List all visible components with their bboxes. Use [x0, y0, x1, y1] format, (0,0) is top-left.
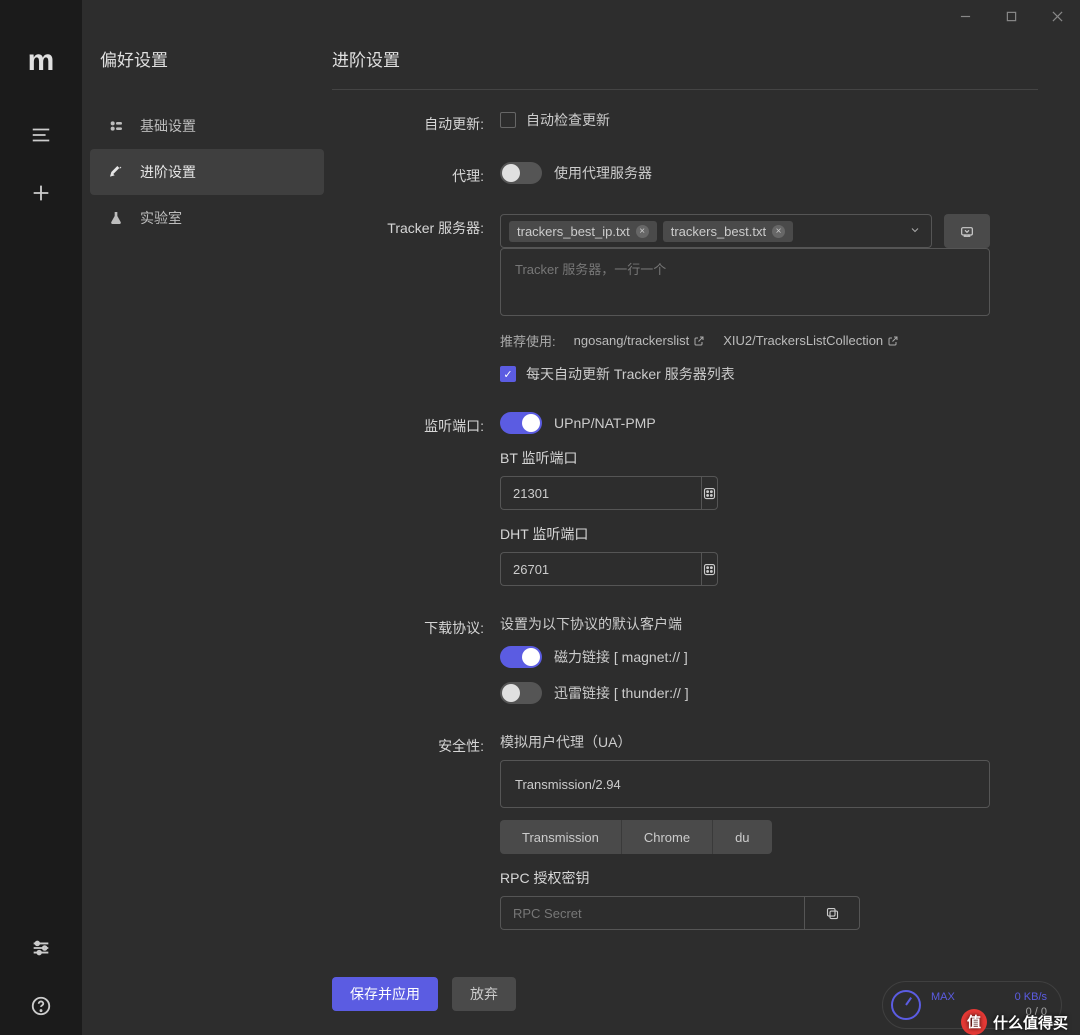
dice-icon [702, 562, 717, 577]
rail-settings-button[interactable] [0, 919, 82, 977]
tag-remove-icon[interactable]: × [636, 225, 649, 238]
rail-menu-button[interactable] [0, 106, 82, 164]
save-button[interactable]: 保存并应用 [332, 977, 438, 1011]
speed-download-value: 0 KB/s [1015, 990, 1047, 1005]
bt-port-label: BT 监听端口 [500, 448, 990, 468]
upnp-toggle-label: UPnP/NAT-PMP [554, 415, 656, 431]
security-label: 安全性: [332, 732, 500, 930]
auto-update-checkbox[interactable]: 自动检查更新 [500, 110, 610, 130]
plus-icon [30, 182, 52, 204]
tracker-tag: trackers_best_ip.txt× [509, 221, 657, 242]
ua-preset-chrome[interactable]: Chrome [622, 820, 713, 854]
thunder-toggle[interactable] [500, 682, 542, 704]
app-logo: m [28, 44, 55, 78]
ua-label: 模拟用户代理（UA） [500, 732, 990, 752]
window-minimize-button[interactable] [942, 0, 988, 32]
sliders-icon [30, 937, 52, 959]
external-link-icon [693, 335, 705, 347]
gauge-icon [891, 990, 921, 1020]
rail-add-button[interactable] [0, 164, 82, 222]
copy-icon [825, 906, 840, 921]
auto-update-label: 自动更新: [332, 110, 500, 134]
rail-help-button[interactable] [0, 977, 82, 1035]
tracker-textarea[interactable] [500, 248, 990, 316]
rpc-copy-button[interactable] [804, 896, 860, 930]
speed-max-label: MAX [931, 990, 955, 1005]
window-maximize-button[interactable] [988, 0, 1034, 32]
page-title: 进阶设置 [332, 46, 1038, 90]
sidebar-item-basic[interactable]: 基础设置 [90, 103, 324, 149]
checkbox-label: 每天自动更新 Tracker 服务器列表 [526, 364, 735, 384]
dht-port-random-button[interactable] [701, 552, 718, 586]
dht-port-label: DHT 监听端口 [500, 524, 990, 544]
ports-label: 监听端口: [332, 412, 500, 586]
nav-rail: m [0, 0, 82, 1035]
dht-port-input[interactable] [500, 552, 701, 586]
tracker-sync-button[interactable] [944, 214, 990, 248]
tracker-daily-update-checkbox[interactable]: 每天自动更新 Tracker 服务器列表 [500, 364, 735, 384]
tag-remove-icon[interactable]: × [772, 225, 785, 238]
checkbox-box [500, 366, 516, 382]
ua-preset-transmission[interactable]: Transmission [500, 820, 622, 854]
lab-icon [108, 210, 124, 226]
rpc-label: RPC 授权密钥 [500, 868, 990, 888]
tracker-hint-link[interactable]: XIU2/TrackersListCollection [723, 333, 899, 348]
proxy-toggle[interactable] [500, 162, 542, 184]
menu-icon [30, 124, 52, 146]
protocol-label: 下载协议: [332, 614, 500, 704]
sidebar-item-advanced[interactable]: 进阶设置 [90, 149, 324, 195]
sync-icon [959, 223, 975, 239]
tracker-hint-link[interactable]: ngosang/trackerslist [574, 333, 706, 348]
minimize-icon [960, 11, 971, 22]
protocol-desc: 设置为以下协议的默认客户端 [500, 614, 990, 634]
cancel-button[interactable]: 放弃 [452, 977, 516, 1011]
sidebar-title: 偏好设置 [82, 46, 332, 103]
preferences-sidebar: 偏好设置 基础设置 进阶设置 实验室 [82, 0, 332, 1035]
upnp-toggle[interactable] [500, 412, 542, 434]
sidebar-item-label: 基础设置 [140, 116, 196, 136]
speed-widget[interactable]: MAX 0 KB/s 0 / 0 [882, 981, 1062, 1029]
checkbox-label: 自动检查更新 [526, 110, 610, 130]
tracker-label: Tracker 服务器: [332, 214, 500, 384]
ua-preset-group: Transmission Chrome du [500, 820, 772, 854]
proxy-toggle-label: 使用代理服务器 [554, 163, 652, 183]
footer-actions: 保存并应用 放弃 [332, 977, 516, 1011]
bt-port-random-button[interactable] [701, 476, 718, 510]
tracker-hint: 推荐使用: ngosang/trackerslist XIU2/Trackers… [500, 331, 990, 350]
tracker-tag: trackers_best.txt× [663, 221, 793, 242]
proxy-label: 代理: [332, 162, 500, 186]
sidebar-item-label: 进阶设置 [140, 162, 196, 182]
sidebar-item-lab[interactable]: 实验室 [90, 195, 324, 241]
external-link-icon [887, 335, 899, 347]
help-icon [30, 995, 52, 1017]
checkbox-box [500, 112, 516, 128]
ua-preset-du[interactable]: du [713, 820, 771, 854]
magnet-toggle-label: 磁力链接 [ magnet:// ] [554, 647, 688, 667]
advanced-icon [108, 164, 124, 180]
basic-icon [108, 118, 124, 134]
ua-input[interactable] [500, 760, 990, 808]
close-icon [1052, 11, 1063, 22]
maximize-icon [1006, 11, 1017, 22]
sidebar-item-label: 实验室 [140, 208, 182, 228]
settings-form: 自动更新: 自动检查更新 代理: 使用代理服务器 [332, 110, 1038, 930]
bt-port-input[interactable] [500, 476, 701, 510]
magnet-toggle[interactable] [500, 646, 542, 668]
window-close-button[interactable] [1034, 0, 1080, 32]
rpc-secret-input[interactable] [500, 896, 804, 930]
main-panel: 进阶设置 自动更新: 自动检查更新 代理: 使用代理服务器 [332, 0, 1080, 1035]
window-controls [942, 0, 1080, 32]
tracker-select[interactable]: trackers_best_ip.txt× trackers_best.txt× [500, 214, 932, 248]
thunder-toggle-label: 迅雷链接 [ thunder:// ] [554, 683, 689, 703]
dice-icon [702, 486, 717, 501]
speed-upload-value: 0 / 0 [1015, 1005, 1047, 1020]
chevron-down-icon [909, 223, 921, 239]
